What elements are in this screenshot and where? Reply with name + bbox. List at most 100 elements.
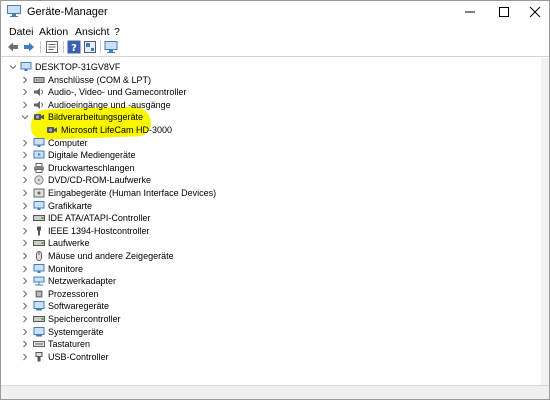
chevron-right-icon[interactable] [21,101,29,109]
tree-item-label: Audio-, Video- und Gamecontroller [48,87,187,98]
tree-item[interactable]: Computer [1,137,549,149]
tree-item-label: Computer [48,137,88,148]
chevron-right-icon[interactable] [21,88,29,96]
software-icon [33,301,45,311]
tree-item[interactable]: DVD/CD-ROM-Laufwerke [1,174,549,186]
chevron-right-icon[interactable] [21,315,29,323]
chevron-right-icon[interactable] [21,252,29,260]
tree-item[interactable]: Eingabegeräte (Human Interface Devices) [1,187,549,199]
menu-datei[interactable]: Datei [9,26,34,38]
device-manager-window: Geräte-Manager Datei Aktion Ansicht ? ? … [0,0,550,400]
menu-help[interactable]: ? [114,26,120,38]
system-icon [33,326,45,337]
tree-item[interactable]: Anschlüsse (COM & LPT) [1,74,549,86]
chevron-right-icon[interactable] [21,239,29,247]
help-icon[interactable]: ? [67,40,81,54]
tree-item[interactable]: Prozessoren [1,288,549,300]
tree-item[interactable]: Mäuse und andere Zeigegeräte [1,250,549,262]
device-tree: DESKTOP-31GV8VF Anschlüsse (COM & LPT) Aud… [1,58,549,385]
tree-item[interactable]: Audioeingänge und -ausgänge [1,99,549,111]
tree-item[interactable]: IDE ATA/ATAPI-Controller [1,212,549,224]
tree-item-label: IDE ATA/ATAPI-Controller [48,213,151,224]
chevron-right-icon[interactable] [21,176,29,184]
storage-icon [33,316,45,322]
tree-item-label: DESKTOP-31GV8VF [35,62,121,72]
computer-icon [33,137,45,147]
computer-icon [20,62,32,71]
tree-item[interactable]: Druckwarteschlangen [1,162,549,174]
tree-item-label: Softwaregeräte [48,301,110,312]
media-icon [33,150,45,159]
chevron-right-icon[interactable] [21,227,29,235]
processor-icon [35,290,43,298]
tree-item-label: IEEE 1394-Hostcontroller [48,225,150,236]
properties-icon[interactable] [45,40,59,54]
tree-item[interactable]: Digitale Mediengeräte [1,149,549,161]
minimize-button[interactable] [453,1,487,23]
mouse-icon [36,251,42,261]
chevron-right-icon[interactable] [21,214,29,222]
monitor-icon [33,263,45,273]
tree-item[interactable]: Systemgeräte [1,326,549,338]
tree-item-label: Mäuse und andere Zeigegeräte [48,251,174,261]
window-title: Geräte-Manager [27,6,108,18]
tree-item-label: Systemgeräte [48,326,104,337]
tree-item[interactable]: Grafikkarte [1,200,549,212]
tree-item[interactable]: Audio-, Video- und Gamecontroller [1,86,549,98]
monitor-icon[interactable] [104,40,118,54]
chevron-right-icon[interactable] [21,340,29,348]
forward-arrow-icon[interactable] [22,40,36,54]
chevron-right-icon[interactable] [21,277,29,285]
chevron-right-icon[interactable] [21,164,29,172]
tree-item-label: Audioeingänge und -ausgänge [48,99,171,110]
tree-item-label: Laufwerke [48,238,90,249]
menu-aktion[interactable]: Aktion [39,26,68,38]
close-button[interactable] [518,1,550,23]
printer-icon [34,162,44,173]
menu-ansicht[interactable]: Ansicht [75,26,109,38]
disc-icon [34,175,44,186]
tree-item[interactable]: Laufwerke [1,237,549,249]
tree-item[interactable]: Speichercontroller [1,313,549,325]
view-icon[interactable] [83,40,97,54]
speaker-icon [34,100,43,109]
tree-item[interactable]: Bildverarbeitungsgeräte [1,111,549,123]
chevron-right-icon[interactable] [21,290,29,298]
chevron-right-icon[interactable] [21,302,29,310]
tree-item[interactable]: Tastaturen [1,338,549,350]
chevron-right-icon[interactable] [21,202,29,210]
chevron-right-icon[interactable] [21,353,29,361]
network-icon [33,276,45,286]
tree-item-label: Microsoft LifeCam HD-3000 [61,125,173,135]
title-bar[interactable]: Geräte-Manager [1,1,549,23]
vertical-scrollbar[interactable] [541,58,549,385]
tree-item-label: DVD/CD-ROM-Laufwerke [48,175,152,186]
tree-item[interactable]: Monitore [1,263,549,275]
tree-item-label: Anschlüsse (COM & LPT) [48,74,152,85]
tree-item[interactable]: IEEE 1394-Hostcontroller [1,225,549,237]
maximize-button[interactable] [487,1,521,23]
chevron-right-icon[interactable] [21,265,29,273]
display-adapter-icon [33,200,45,210]
chevron-down-icon[interactable] [9,63,17,71]
toolbar-separator [40,41,41,53]
toolbar-divider [1,56,549,57]
chevron-right-icon[interactable] [21,139,29,147]
keyboard-icon [33,341,45,348]
chevron-right-icon[interactable] [21,151,29,159]
tree-item[interactable]: USB-Controller [1,351,549,363]
tree-item-label: Bildverarbeitungsgeräte [48,112,144,123]
close-icon [529,6,541,18]
chevron-right-icon[interactable] [21,328,29,336]
tree-item-label: Druckwarteschlangen [48,162,135,173]
speaker-icon [34,88,43,97]
chevron-right-icon[interactable] [21,76,29,84]
tree-root[interactable]: DESKTOP-31GV8VF [1,61,549,73]
tree-item[interactable]: Softwaregeräte [1,300,549,312]
chevron-right-icon[interactable] [21,189,29,197]
tree-child-item[interactable]: Microsoft LifeCam HD-3000 [1,124,549,136]
chevron-down-icon[interactable] [21,113,29,121]
back-arrow-icon[interactable] [6,40,20,54]
tree-item[interactable]: Netzwerkadapter [1,275,549,287]
svg-text:?: ? [71,43,77,54]
